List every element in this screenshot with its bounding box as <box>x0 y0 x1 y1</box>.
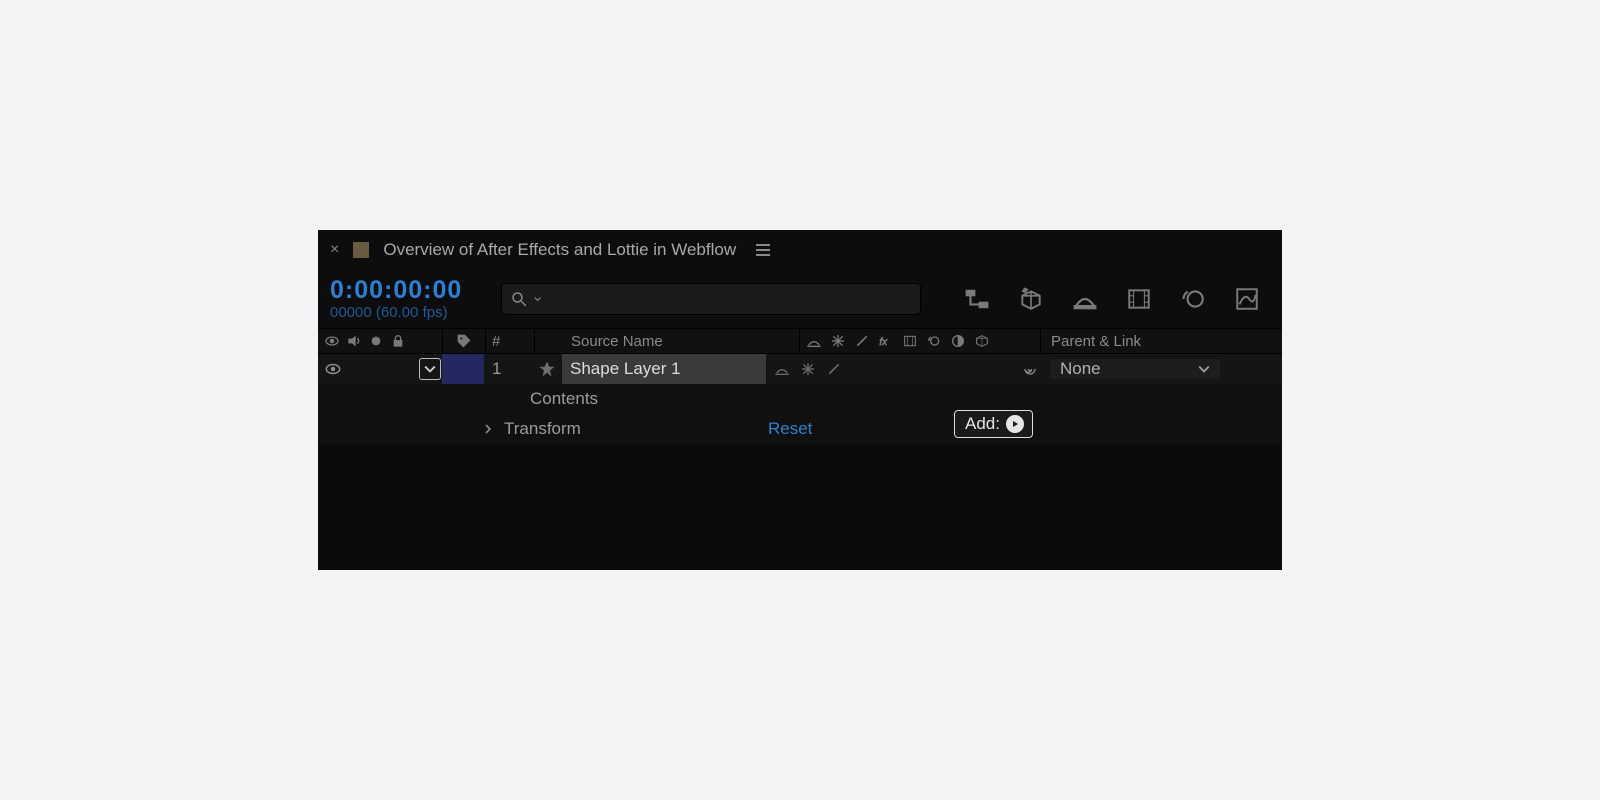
layer-row-1[interactable]: 1 Shape Layer 1 None <box>318 354 1282 384</box>
solo-icon <box>368 333 384 349</box>
layer-visibility-icon[interactable] <box>324 360 342 378</box>
3d-layer-icon <box>974 333 990 349</box>
parent-value: None <box>1060 359 1101 379</box>
collapse-star-icon[interactable] <box>800 361 816 377</box>
time-search-row: 0:00:00:00 00000 (60.00 fps) <box>318 270 1282 328</box>
source-name-column-header[interactable]: Source Name <box>565 333 799 350</box>
add-label: Add: <box>965 414 1000 434</box>
lock-icon <box>390 333 406 349</box>
timeline-panel: × Overview of After Effects and Lottie i… <box>318 230 1282 570</box>
layer-label-color[interactable] <box>442 354 484 384</box>
transform-label: Transform <box>498 419 768 439</box>
search-icon <box>510 290 528 308</box>
layer-twirl-button[interactable] <box>419 358 441 380</box>
layer-switches <box>766 361 1006 377</box>
chevron-down-icon <box>1198 363 1210 375</box>
shy-switch-icon[interactable] <box>774 361 790 377</box>
reset-link[interactable]: Reset <box>768 419 812 439</box>
frame-blend-icon[interactable] <box>1126 286 1152 312</box>
pickwhip-icon[interactable] <box>1020 359 1040 379</box>
layer-type-icon <box>532 360 562 378</box>
frame-blend-switch-icon <box>902 333 918 349</box>
quality-icon <box>854 333 870 349</box>
parent-link-column-header: Parent & Link <box>1041 333 1282 350</box>
frame-info: 00000 (60.00 fps) <box>330 305 485 322</box>
svg-text:fx: fx <box>879 337 888 348</box>
collapse-star-icon <box>830 333 846 349</box>
play-circle-icon <box>1006 415 1024 433</box>
motion-blur-switch-icon <box>926 333 942 349</box>
fx-icon: fx <box>878 333 894 349</box>
speaker-icon <box>346 333 362 349</box>
layer-name[interactable]: Shape Layer 1 <box>562 354 766 384</box>
shy-switch-icon <box>806 333 822 349</box>
label-column-header[interactable] <box>443 333 485 349</box>
switches-column-header: fx <box>800 333 1040 349</box>
timeline-toolbar <box>964 286 1270 312</box>
current-time-block[interactable]: 0:00:00:00 00000 (60.00 fps) <box>330 277 485 321</box>
composition-title: Overview of After Effects and Lottie in … <box>383 240 736 260</box>
timecode-display[interactable]: 0:00:00:00 <box>330 277 485 305</box>
search-input[interactable] <box>547 291 912 307</box>
eye-icon <box>324 333 340 349</box>
chevron-down-icon <box>534 295 541 303</box>
layer-column-header: # Source Name fx Parent & Link <box>318 328 1282 354</box>
quality-icon[interactable] <box>826 361 842 377</box>
add-shape-button[interactable]: Add: <box>954 410 1033 438</box>
contents-label: Contents <box>524 389 794 409</box>
chevron-right-icon <box>483 424 493 434</box>
layer-index: 1 <box>484 359 532 379</box>
transform-row[interactable]: Transform Reset <box>318 414 1282 444</box>
chevron-down-icon <box>424 363 436 375</box>
label-tag-icon <box>456 333 472 349</box>
draft-3d-icon[interactable] <box>1018 286 1044 312</box>
composition-mini-flowchart-icon[interactable] <box>964 286 990 312</box>
graph-editor-icon[interactable] <box>1234 286 1260 312</box>
adjustment-layer-icon <box>950 333 966 349</box>
layer-search-box[interactable] <box>501 283 921 315</box>
index-column-header: # <box>486 333 534 350</box>
panel-menu-icon[interactable] <box>756 244 770 256</box>
av-column-header <box>318 333 442 349</box>
composition-icon <box>353 242 369 258</box>
motion-blur-icon[interactable] <box>1180 286 1206 312</box>
contents-row[interactable]: Contents <box>318 384 1282 414</box>
parent-dropdown[interactable]: None <box>1050 359 1220 379</box>
empty-timeline-area <box>318 444 1282 570</box>
close-tab-icon[interactable]: × <box>330 241 339 259</box>
panel-tab-header: × Overview of After Effects and Lottie i… <box>318 230 1282 270</box>
layer-parent-cell: None <box>1006 359 1282 379</box>
shy-layers-icon[interactable] <box>1072 286 1098 312</box>
star-icon <box>538 360 556 378</box>
transform-twirl[interactable] <box>478 424 498 434</box>
